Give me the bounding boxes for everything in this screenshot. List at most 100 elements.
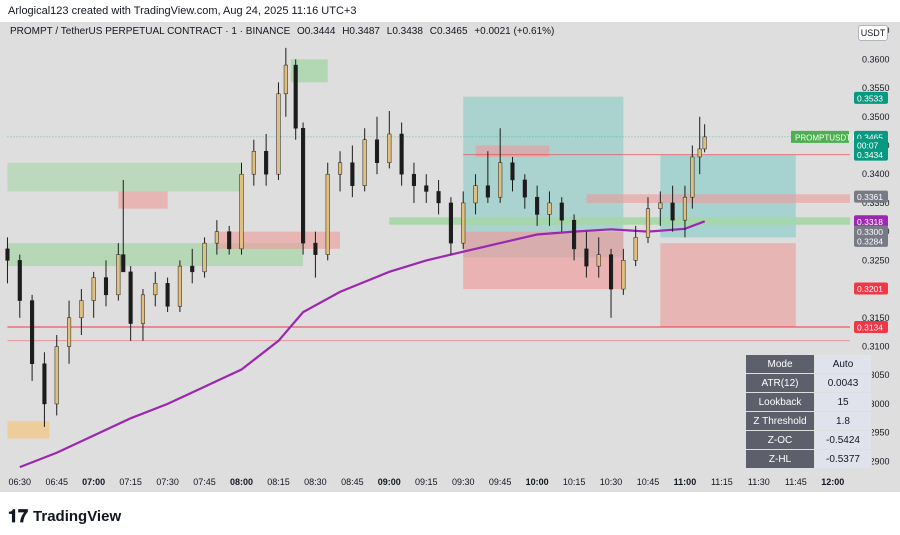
stats-row: Mode Auto — [745, 354, 872, 374]
candle-body — [79, 300, 84, 319]
y-tick-label: 0.3250 — [862, 255, 890, 265]
candle-body — [121, 254, 126, 273]
x-tick-label: 07:45 — [193, 477, 216, 487]
stats-value-lookback: 15 — [814, 392, 872, 412]
zone-box — [475, 145, 550, 157]
candle-body — [702, 136, 707, 150]
candle-body — [362, 139, 367, 186]
candle-body — [399, 133, 404, 175]
stats-key-lookback: Lookback — [745, 392, 815, 412]
price-label: 0.3318 — [857, 217, 883, 227]
candle-body — [227, 231, 232, 250]
candle-body — [42, 363, 47, 405]
x-tick-label: 11:30 — [748, 477, 770, 487]
candle-body — [264, 150, 269, 175]
zone-box — [7, 162, 242, 192]
price-label: 0.3201 — [857, 284, 883, 294]
candle-body — [116, 254, 121, 296]
tradingview-logo[interactable]: 𝟏𝟕 TradingView — [8, 506, 121, 527]
candle-body — [251, 150, 256, 175]
candle-body — [670, 202, 675, 221]
candle-body — [103, 277, 109, 296]
candle-body — [535, 196, 540, 215]
candle-body — [547, 202, 552, 215]
candle-body — [473, 185, 478, 204]
price-label: 0.3361 — [857, 192, 883, 202]
candle-body — [325, 173, 330, 255]
top-bar: Arlogical123 created with TradingView.co… — [0, 0, 900, 22]
x-tick-label: 08:30 — [304, 477, 327, 487]
stats-value-mode: Auto — [814, 354, 872, 374]
candle-body — [91, 277, 96, 301]
candle-body — [559, 202, 564, 221]
footer — [0, 492, 900, 535]
candle-body — [596, 254, 601, 267]
stats-key-mode: Mode — [745, 354, 815, 374]
x-tick-label: 07:30 — [156, 477, 179, 487]
open-value: O0.3444 — [297, 26, 336, 37]
candle-body — [485, 185, 490, 198]
candle-body — [5, 248, 10, 261]
created-by-text: Arlogical123 created with TradingView.co… — [8, 5, 357, 17]
zone-box — [389, 217, 850, 225]
x-tick-label: 10:15 — [563, 477, 586, 487]
candle-body — [313, 242, 318, 255]
candle-body — [128, 271, 133, 324]
price-label: 0.3434 — [857, 150, 883, 160]
low-value: L0.3438 — [386, 26, 423, 37]
y-tick-label: 0.3550 — [862, 83, 890, 93]
x-tick-label: 07:15 — [119, 477, 142, 487]
x-tick-label: 07:00 — [82, 477, 105, 487]
candle-body — [633, 237, 638, 261]
stats-key-zthreshold: Z Threshold — [745, 411, 815, 431]
tradingview-logo-text: TradingView — [33, 508, 122, 525]
candle-body — [165, 283, 170, 307]
zone-box — [216, 231, 341, 249]
candle-body — [461, 202, 466, 244]
candle-body — [436, 191, 441, 204]
x-tick-label: 11:45 — [785, 477, 807, 487]
price-label: 0.3533 — [857, 93, 883, 103]
x-tick-label: 08:45 — [341, 477, 364, 487]
x-tick-label: 09:45 — [489, 477, 512, 487]
candle-body — [645, 208, 651, 238]
stats-row: Z Threshold 1.8 — [745, 411, 872, 431]
candle-body — [140, 294, 146, 324]
stats-key-atr: ATR(12) — [745, 373, 815, 393]
stats-value-zthreshold: 1.8 — [814, 411, 872, 431]
x-tick-label: 11:15 — [711, 477, 733, 487]
x-tick-label: 09:00 — [378, 477, 401, 487]
high-value: H0.3487 — [342, 26, 380, 37]
y-tick-label: 0.3500 — [862, 112, 890, 122]
candle-body — [387, 133, 392, 163]
zone-box — [660, 243, 796, 327]
candle-body — [30, 300, 35, 364]
stats-row: Z-OC -0.5424 — [745, 430, 872, 450]
stats-row: Lookback 15 — [745, 392, 872, 412]
x-tick-label: 06:30 — [9, 477, 32, 487]
candle-body — [190, 265, 195, 273]
x-tick-label: 10:30 — [600, 477, 623, 487]
candle-body — [522, 179, 527, 198]
candle-body — [697, 148, 702, 158]
candle-body — [283, 64, 288, 95]
change-value: +0.0021 (+0.61%) — [474, 26, 555, 37]
zone-box — [118, 191, 168, 209]
candle-body — [153, 283, 158, 296]
candle-body — [67, 317, 72, 347]
candle-body — [448, 202, 453, 244]
candle-body — [214, 231, 219, 244]
candle-body — [608, 254, 614, 290]
candle-body — [658, 202, 663, 209]
candle-body — [54, 346, 59, 405]
x-tick-label: 11:00 — [674, 477, 697, 487]
price-label: 0.3134 — [857, 322, 883, 332]
candle-body — [690, 156, 695, 198]
y-tick-label: 0.3400 — [862, 169, 890, 179]
currency-button[interactable]: USDT — [858, 25, 888, 41]
candle-body — [177, 265, 182, 307]
x-tick-label: 09:15 — [415, 477, 438, 487]
symbol-name: PROMPT / TetherUS PERPETUAL CONTRACT · 1… — [10, 26, 291, 37]
candle-body — [17, 260, 22, 301]
candle-body — [202, 242, 207, 273]
